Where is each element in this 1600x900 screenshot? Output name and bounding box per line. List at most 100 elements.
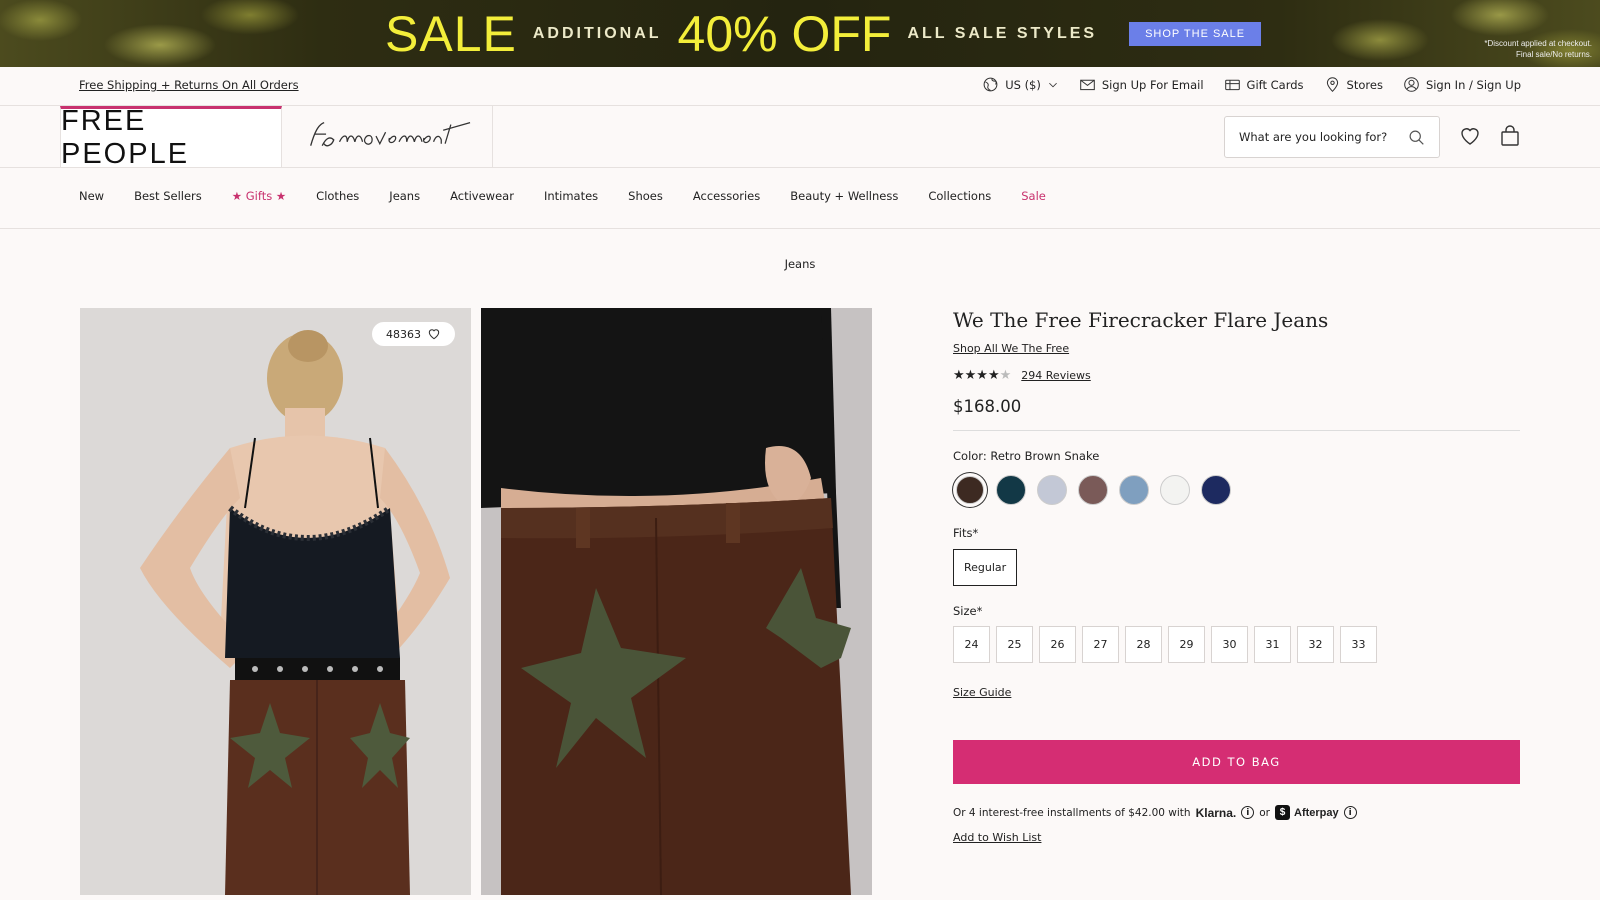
currency-selector[interactable]: US ($)	[982, 76, 1059, 93]
email-signup-label: Sign Up For Email	[1101, 77, 1204, 92]
promo-discount: 40% OFF	[677, 5, 892, 62]
star-rating-icon: ★★★★★	[953, 368, 1012, 383]
location-pin-icon	[1326, 77, 1338, 93]
swatch-color[interactable]	[1078, 475, 1108, 505]
shop-the-sale-button[interactable]: SHOP THE SALE	[1129, 21, 1262, 46]
user-icon	[1404, 77, 1419, 92]
heart-icon	[428, 329, 440, 340]
fits-label: Fits*	[953, 526, 979, 540]
size-option[interactable]: 28	[1125, 626, 1162, 663]
nav-item-sale[interactable]: Sale	[1021, 189, 1046, 203]
gift-cards-link[interactable]: Gift Cards	[1224, 76, 1304, 93]
promo-note-line1: *Discount applied at checkout.	[1484, 39, 1592, 48]
size-option[interactable]: 25	[996, 626, 1033, 663]
swatch-color[interactable]	[1119, 475, 1149, 505]
search-input[interactable]	[1239, 130, 1399, 144]
nav-item-accessories[interactable]: Accessories	[693, 189, 760, 203]
site-header: FREE PEOPLE	[0, 105, 1600, 170]
product-image-back[interactable]: 48363	[80, 308, 471, 895]
utility-bar: Free Shipping + Returns On All Orders US…	[0, 67, 1600, 106]
swatch-color[interactable]	[1160, 475, 1190, 505]
nav-item-collections[interactable]: Collections	[928, 189, 991, 203]
sign-in-label: Sign In / Sign Up	[1425, 77, 1521, 92]
size-guide-link[interactable]: Size Guide	[953, 686, 1011, 699]
product-image-detail[interactable]	[481, 308, 872, 895]
nav-item-gifts[interactable]: ★ Gifts ★	[232, 189, 286, 203]
size-option[interactable]: 31	[1254, 626, 1291, 663]
size-option[interactable]: 33	[1340, 626, 1377, 663]
product-rating[interactable]: ★★★★★ 294 Reviews	[953, 368, 1520, 383]
afterpay-logo: $ Afterpay	[1275, 805, 1339, 820]
klarna-info-icon[interactable]: i	[1241, 806, 1255, 819]
stores-link[interactable]: Stores	[1324, 76, 1383, 93]
nav-item-shoes[interactable]: Shoes	[628, 189, 663, 203]
nav-item-clothes[interactable]: Clothes	[316, 189, 359, 203]
promo-additional: ADDITIONAL	[532, 24, 662, 42]
reviews-link[interactable]: 294 Reviews	[1021, 369, 1090, 382]
add-to-wishlist-link[interactable]: Add to Wish List	[953, 831, 1041, 844]
shopping-bag-icon[interactable]	[1498, 124, 1522, 148]
size-options: 24 25 26 27 28 29 30 31 32 33	[953, 626, 1520, 663]
installments-text: Or 4 interest-free installments of $42.0…	[953, 806, 1191, 819]
gift-cards-label: Gift Cards	[1246, 77, 1304, 92]
fp-movement-logo[interactable]	[282, 106, 493, 167]
promo-note-line2: Final sale/No returns.	[1515, 50, 1592, 59]
product-price: $168.00	[953, 397, 1022, 416]
afterpay-label: Afterpay	[1294, 806, 1339, 819]
favorite-count: 48363	[386, 327, 421, 341]
fp-movement-logo-art	[309, 121, 470, 146]
size-option[interactable]: 29	[1168, 626, 1205, 663]
breadcrumb[interactable]: Jeans	[0, 257, 1600, 271]
main-nav: New Best Sellers ★ Gifts ★ Clothes Jeans…	[0, 168, 1600, 229]
swatch-retro-brown-snake[interactable]	[956, 476, 984, 504]
nav-item-activewear[interactable]: Activewear	[450, 189, 514, 203]
search-box[interactable]	[1224, 116, 1440, 158]
search-icon[interactable]	[1408, 129, 1425, 146]
installments-info: Or 4 interest-free installments of $42.0…	[953, 805, 1520, 820]
free-people-logo[interactable]: FREE PEOPLE	[60, 105, 282, 170]
chevron-down-icon	[1048, 82, 1057, 87]
nav-item-new[interactable]: New	[79, 189, 104, 203]
promo-banner[interactable]: SALE ADDITIONAL 40% OFF ALL SALE STYLES …	[0, 0, 1600, 67]
size-option[interactable]: 26	[1039, 626, 1076, 663]
promo-disclaimer: *Discount applied at checkout. Final sal…	[1462, 38, 1592, 60]
nav-item-beauty-wellness[interactable]: Beauty + Wellness	[790, 189, 898, 203]
promo-sale-word: SALE	[385, 5, 517, 62]
favorite-count-button[interactable]: 48363	[372, 322, 455, 346]
product-title: We The Free Firecracker Flare Jeans	[953, 308, 1329, 332]
nav-item-jeans[interactable]: Jeans	[389, 189, 420, 203]
color-swatches	[953, 475, 1520, 505]
product-info-panel: We The Free Firecracker Flare Jeans Shop…	[953, 308, 1520, 845]
free-shipping-link[interactable]: Free Shipping + Returns On All Orders	[79, 78, 299, 92]
klarna-logo: Klarna.	[1195, 805, 1237, 820]
size-label: Size*	[953, 604, 983, 618]
swatch-color[interactable]	[1037, 475, 1067, 505]
afterpay-badge-icon: $	[1275, 805, 1290, 820]
add-to-bag-button[interactable]: ADD TO BAG	[953, 740, 1520, 784]
nav-item-intimates[interactable]: Intimates	[544, 189, 598, 203]
swatch-color[interactable]	[1201, 475, 1231, 505]
email-signup-link[interactable]: Sign Up For Email	[1079, 76, 1204, 93]
or-text: or	[1259, 806, 1270, 819]
size-option[interactable]: 30	[1211, 626, 1248, 663]
fit-option-regular[interactable]: Regular	[953, 549, 1018, 586]
size-option[interactable]: 32	[1297, 626, 1334, 663]
shop-all-brand-link[interactable]: Shop All We The Free	[953, 342, 1069, 355]
nav-item-best-sellers[interactable]: Best Sellers	[134, 189, 202, 203]
swatch-color[interactable]	[996, 475, 1026, 505]
envelope-icon	[1080, 79, 1095, 91]
product-photo-model-back	[80, 308, 471, 895]
promo-all-styles: ALL SALE STYLES	[907, 24, 1098, 42]
free-people-logo-text: FREE PEOPLE	[61, 105, 190, 170]
afterpay-info-icon[interactable]: i	[1343, 806, 1357, 819]
stores-label: Stores	[1346, 77, 1383, 92]
size-option[interactable]: 27	[1082, 626, 1119, 663]
sign-in-link[interactable]: Sign In / Sign Up	[1403, 76, 1521, 93]
divider	[953, 430, 1520, 431]
size-option[interactable]: 24	[953, 626, 990, 663]
heart-icon[interactable]	[1458, 124, 1482, 148]
globe-icon	[983, 77, 998, 92]
currency-label: US ($)	[1005, 77, 1041, 92]
color-label: Color: Retro Brown Snake	[953, 449, 1100, 463]
product-photo-jeans-detail	[481, 308, 872, 895]
